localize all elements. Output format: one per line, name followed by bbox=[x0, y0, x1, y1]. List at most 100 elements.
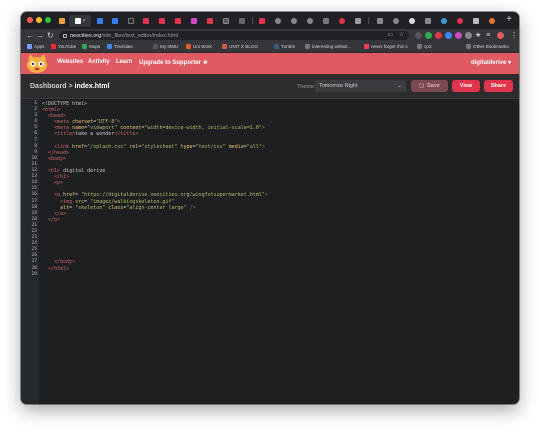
close-window-button[interactable] bbox=[27, 17, 33, 23]
nav-activity-link[interactable]: Activity bbox=[88, 59, 110, 65]
tab[interactable] bbox=[139, 15, 152, 27]
tab[interactable] bbox=[155, 15, 168, 27]
code-token: </head> bbox=[48, 149, 70, 156]
tab[interactable] bbox=[405, 15, 418, 27]
bookmark-item[interactable]: Apps bbox=[27, 44, 44, 49]
theme-select[interactable]: Tomorrow Night ⌄ bbox=[315, 80, 406, 92]
extension-icon[interactable] bbox=[455, 32, 462, 39]
code-token: /> bbox=[189, 204, 196, 211]
tab[interactable] bbox=[373, 15, 386, 27]
bookmark-item[interactable]: My MMU bbox=[153, 44, 178, 49]
back-icon[interactable]: ← bbox=[26, 30, 34, 41]
tab-favicon-icon bbox=[424, 18, 431, 24]
tumblr-icon bbox=[274, 44, 279, 49]
tab[interactable] bbox=[124, 15, 137, 27]
save-button-label: Save bbox=[426, 83, 440, 89]
share-page-icon[interactable]: ▭ bbox=[387, 32, 393, 39]
tab-favicon-icon bbox=[190, 18, 197, 24]
extension-icon[interactable] bbox=[425, 32, 432, 39]
breadcrumb-dashboard-link[interactable]: Dashboard bbox=[30, 83, 67, 90]
minimize-window-button[interactable] bbox=[36, 17, 42, 23]
apps-grid-icon bbox=[27, 44, 32, 49]
bookmark-item[interactable]: YouTube bbox=[51, 44, 76, 49]
tab-favicon-icon bbox=[206, 18, 213, 24]
forward-icon[interactable]: → bbox=[36, 30, 44, 41]
tab-favicon-icon bbox=[440, 18, 447, 24]
extension-icon[interactable] bbox=[445, 32, 452, 39]
tab[interactable] bbox=[437, 15, 450, 27]
neocities-cat-logo-icon[interactable] bbox=[24, 53, 50, 74]
bookmark-item[interactable]: Translate bbox=[107, 44, 133, 49]
reload-icon[interactable]: ↻ bbox=[47, 30, 54, 41]
tab[interactable] bbox=[351, 15, 364, 27]
tab-favicon-icon bbox=[274, 18, 281, 24]
browser-window: × + ← → ↻ neocities.org /site_files/text… bbox=[21, 12, 519, 404]
profile-avatar-icon[interactable] bbox=[497, 32, 504, 39]
save-icon: ▢ bbox=[419, 83, 424, 89]
tab[interactable] bbox=[219, 15, 232, 27]
extension-icon[interactable] bbox=[435, 32, 442, 39]
code-token: > bbox=[261, 125, 265, 132]
tab[interactable] bbox=[187, 15, 200, 27]
code-token: </a> bbox=[54, 210, 67, 217]
tab[interactable] bbox=[319, 15, 332, 27]
tab[interactable] bbox=[421, 15, 434, 27]
tab[interactable] bbox=[287, 15, 300, 27]
bookmark-item[interactable]: Uni Work bbox=[186, 44, 212, 49]
tab[interactable] bbox=[55, 15, 68, 27]
bookmark-item[interactable]: UNIT X BLOG bbox=[222, 44, 258, 49]
extension-icon[interactable] bbox=[465, 32, 472, 39]
code-token: </title> bbox=[114, 131, 139, 138]
bookmark-star-icon[interactable]: ☆ bbox=[399, 32, 404, 39]
menu-icon[interactable]: ⋮ bbox=[510, 30, 518, 41]
extension-icon[interactable] bbox=[415, 32, 422, 39]
bookmark-item[interactable]: cp3 bbox=[417, 44, 431, 49]
reading-list-icon[interactable]: ≡ bbox=[486, 30, 490, 41]
save-button[interactable]: ▢ Save bbox=[411, 80, 448, 92]
tab[interactable] bbox=[108, 15, 121, 27]
tab[interactable] bbox=[255, 15, 268, 27]
tab[interactable] bbox=[93, 15, 106, 27]
bookmark-item[interactable]: Tumblr bbox=[274, 44, 295, 49]
code-token: <!DOCTYPE html> bbox=[42, 101, 88, 107]
tab[interactable] bbox=[469, 15, 482, 27]
bookmark-item[interactable]: Other Bookmarks bbox=[466, 44, 509, 49]
user-menu[interactable]: digitalderive ▾ bbox=[471, 59, 511, 66]
maximize-window-button[interactable] bbox=[45, 17, 51, 23]
tab[interactable] bbox=[235, 15, 248, 27]
code-token: "width=device-width, initial-scale=1.0" bbox=[144, 125, 262, 132]
tab[interactable] bbox=[171, 15, 184, 27]
tab-close-icon[interactable]: × bbox=[83, 18, 86, 24]
view-button[interactable]: View bbox=[452, 80, 480, 92]
extensions-puzzle-icon[interactable]: ★ bbox=[475, 30, 481, 41]
tab-favicon-icon bbox=[488, 18, 495, 24]
bookmark-item[interactable]: never forget this s bbox=[364, 44, 408, 49]
address-bar[interactable]: neocities.org/site_files/text_editor/ind… bbox=[59, 31, 409, 40]
nav-upgrade-link[interactable]: Upgrade to Supporter ★ bbox=[139, 59, 208, 66]
tab[interactable] bbox=[453, 15, 466, 27]
tab-favicon-icon bbox=[127, 18, 134, 24]
bookmark-label: YouTube bbox=[58, 44, 77, 49]
breadcrumb-filename: index.html bbox=[74, 83, 110, 90]
nav-websites-link[interactable]: Websites bbox=[57, 59, 83, 65]
nav-learn-link[interactable]: Learn bbox=[116, 59, 132, 65]
tab[interactable] bbox=[271, 15, 284, 27]
site-nav: Websites Activity Learn Upgrade to Suppo… bbox=[21, 53, 519, 74]
tab[interactable] bbox=[335, 15, 348, 27]
code-line[interactable]: 29 bbox=[21, 272, 519, 278]
bookmark-item[interactable]: interesting websit... bbox=[305, 44, 351, 49]
code-token: name bbox=[72, 125, 85, 132]
tab-active[interactable]: × bbox=[69, 15, 91, 27]
new-tab-button[interactable]: + bbox=[506, 14, 512, 26]
tab[interactable] bbox=[485, 15, 498, 27]
code-editor[interactable]: 1 <!DOCTYPE html> 2 <html> 3 <head> 4 <meta c… bbox=[21, 99, 519, 404]
tab-favicon-icon bbox=[306, 18, 313, 24]
tab[interactable] bbox=[303, 15, 316, 27]
tab[interactable] bbox=[389, 15, 402, 27]
code-token: > bbox=[264, 192, 268, 199]
share-button[interactable]: Share bbox=[484, 80, 513, 92]
code-token: class bbox=[108, 204, 124, 211]
tab[interactable] bbox=[203, 15, 216, 27]
maps-icon bbox=[82, 44, 87, 49]
bookmark-item[interactable]: Maps bbox=[82, 44, 100, 49]
